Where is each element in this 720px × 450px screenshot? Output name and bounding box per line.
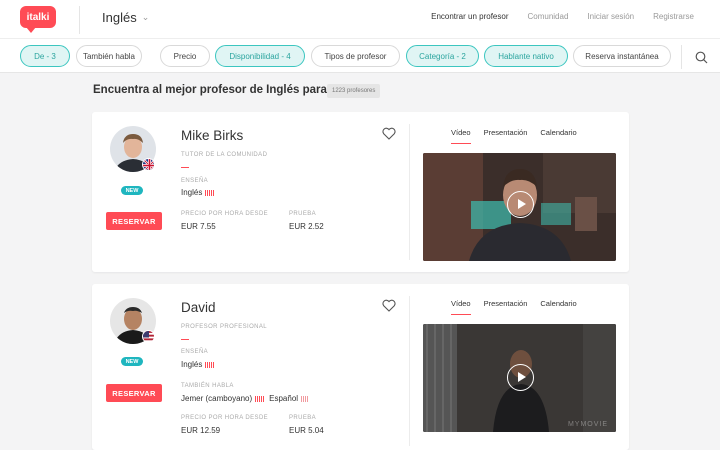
price-label: PRECIO POR HORA DESDE (181, 415, 269, 421)
price-value: EUR 7.55 (181, 222, 216, 231)
chevron-down-icon: ⌄ (141, 12, 150, 22)
type-underline (181, 339, 189, 340)
teaches-label: ENSEÑA (181, 349, 209, 355)
trial-label: PRUEBA (289, 211, 317, 217)
price-label: PRECIO POR HORA DESDE (181, 211, 269, 217)
italki-logo[interactable]: italki (20, 6, 56, 33)
level-bars-icon (301, 395, 309, 402)
play-icon[interactable] (507, 364, 534, 391)
tab-calendar[interactable]: Calendario (540, 128, 576, 137)
uk-flag-icon (142, 158, 155, 171)
tab-presentation[interactable]: Presentación (484, 299, 528, 308)
us-flag-icon (142, 330, 155, 343)
teaches-label: ENSEÑA (181, 178, 209, 184)
media-tabs: Vídeo Presentación Calendario (451, 299, 577, 308)
top-nav: Encontrar un profesor Comunidad Iniciar … (431, 12, 694, 21)
active-tab-indicator (451, 314, 471, 315)
teaches-language: Inglés (181, 360, 203, 369)
teaches-language: Inglés (181, 188, 203, 197)
trial-value: EUR 2.52 (289, 222, 324, 231)
also-speaks-label: TAMBIÉN HABLA (181, 383, 234, 389)
media-tabs: Vídeo Presentación Calendario (451, 128, 577, 137)
level-bars-icon (255, 395, 265, 402)
language-selector-label: Inglés (102, 10, 137, 25)
tutor-card[interactable]: NEW RESERVAR Mike Birks TUTOR DE LA COMU… (92, 112, 629, 272)
tab-calendar[interactable]: Calendario (540, 299, 576, 308)
reserve-button[interactable]: RESERVAR (106, 212, 162, 230)
header-divider (79, 6, 80, 34)
language-selector[interactable]: Inglés ⌄ (102, 10, 149, 25)
column-divider (409, 124, 410, 260)
filter-category[interactable]: Categoría - 2 (406, 45, 479, 67)
play-icon[interactable] (507, 191, 534, 218)
trial-label: PRUEBA (289, 415, 317, 421)
search-icon[interactable] (695, 51, 708, 64)
tutor-name[interactable]: Mike Birks (181, 128, 243, 143)
type-underline (181, 167, 189, 168)
nav-find-teacher[interactable]: Encontrar un profesor (431, 12, 508, 21)
reserve-button[interactable]: RESERVAR (106, 384, 162, 402)
results-count-badge: 1223 profesores (327, 84, 381, 98)
active-tab-indicator (451, 143, 471, 144)
teaches-value: Inglés (181, 188, 215, 197)
teaches-value: Inglés (181, 360, 215, 369)
heart-icon[interactable] (382, 299, 396, 312)
intro-video[interactable]: MYMOVIE (423, 324, 616, 432)
tutor-name[interactable]: David (181, 300, 216, 315)
trial-value: EUR 5.04 (289, 426, 324, 435)
column-divider (409, 296, 410, 446)
tutor-type: TUTOR DE LA COMUNIDAD (181, 152, 268, 158)
filter-instant-booking[interactable]: Reserva instantánea (573, 45, 671, 67)
filter-divider (681, 45, 682, 69)
tutor-type: PROFESOR PROFESIONAL (181, 324, 268, 330)
filter-also-speaks[interactable]: También habla (76, 45, 142, 67)
also-speaks-language: Jemer (camboyano) (181, 394, 253, 403)
nav-login[interactable]: Iniciar sesión (587, 12, 634, 21)
results-heading: Encuentra al mejor profesor de Inglés pa… (93, 84, 341, 96)
tab-video[interactable]: Vídeo (451, 299, 471, 308)
tab-video[interactable]: Vídeo (451, 128, 471, 137)
level-bars-icon (205, 361, 215, 368)
new-badge: NEW (121, 186, 143, 195)
tab-presentation[interactable]: Presentación (484, 128, 528, 137)
filter-from[interactable]: De - 3 (20, 45, 70, 67)
level-bars-icon (205, 189, 215, 196)
tutor-card[interactable]: NEW RESERVAR David PROFESOR PROFESIONAL … (92, 284, 629, 450)
filter-price[interactable]: Precio (160, 45, 210, 67)
filter-availability[interactable]: Disponibilidad - 4 (215, 45, 305, 67)
nav-register[interactable]: Registrarse (653, 12, 694, 21)
filter-teacher-type[interactable]: Tipos de profesor (311, 45, 400, 67)
new-badge: NEW (121, 357, 143, 366)
also-speaks-language: Español (269, 394, 299, 403)
heart-icon[interactable] (382, 127, 396, 140)
filter-bar: De - 3 También habla Precio Disponibilid… (0, 38, 720, 73)
also-speaks-value: Jemer (camboyano) Español (181, 394, 309, 403)
filter-native-speaker[interactable]: Hablante nativo (484, 45, 568, 67)
intro-video[interactable] (423, 153, 616, 261)
price-value: EUR 12.59 (181, 426, 221, 435)
video-watermark: MYMOVIE (567, 421, 608, 428)
top-header: italki Inglés ⌄ Encontrar un profesor Co… (0, 0, 720, 38)
nav-community[interactable]: Comunidad (527, 12, 568, 21)
